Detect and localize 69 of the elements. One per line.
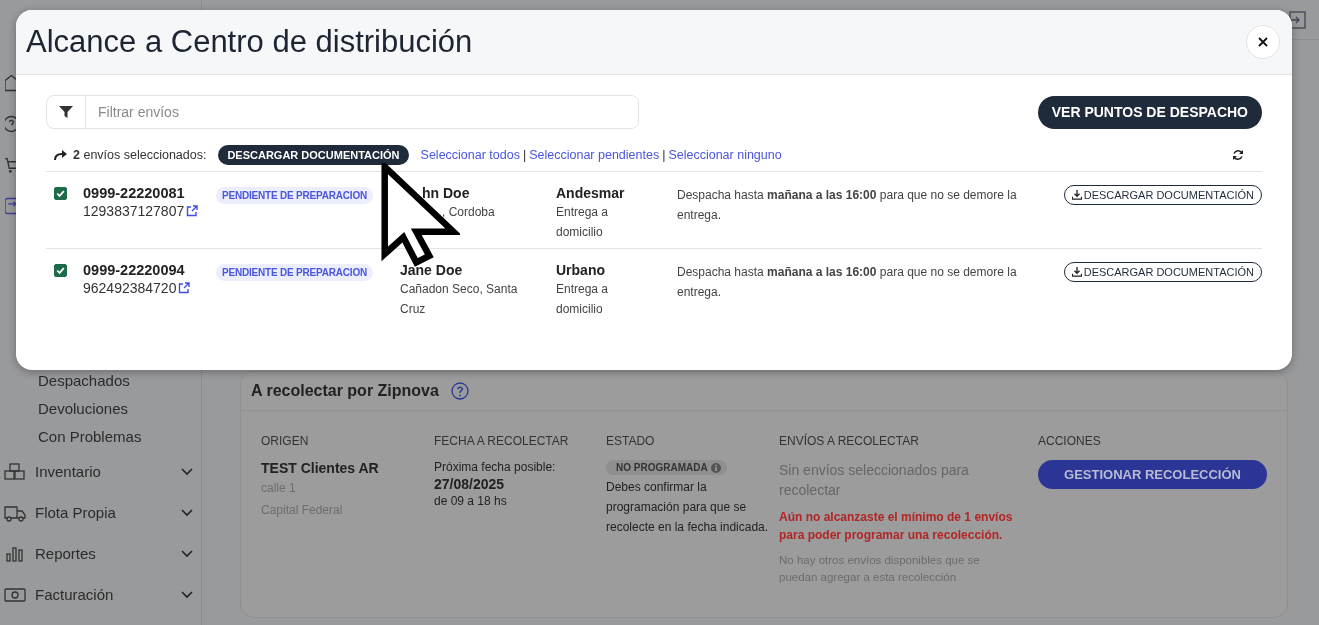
column-header: ACCIONES — [1038, 434, 1102, 448]
modal-title: Alcance a Centro de distribución — [26, 24, 473, 60]
dispatch-note: Despacha hasta mañana a las 16:00 para que no se demore la entrega. — [677, 264, 1018, 301]
recipient-name: Jane Doe — [400, 262, 463, 278]
column-header: FECHA A RECOLECTAR — [434, 434, 570, 448]
download-docs-button[interactable]: DESCARGAR DOCUMENTACIÓN — [1063, 185, 1262, 205]
carrier-name: Andesmar — [556, 185, 625, 201]
status-badge: PENDIENTE DE PREPARACION — [216, 187, 374, 204]
manage-pickup-button[interactable]: GESTIONAR RECOLECCIÓN — [1038, 460, 1267, 489]
sidebar-item[interactable]: Inventario — [35, 463, 181, 480]
chevron-down-icon[interactable] — [181, 508, 193, 517]
bar-chart-icon — [4, 544, 26, 563]
download-icon — [1071, 267, 1082, 277]
tracking-number: 1293837127807 — [83, 203, 185, 219]
boxes-icon — [4, 462, 26, 481]
chevron-down-icon[interactable] — [181, 590, 193, 599]
filter-icon[interactable] — [59, 106, 73, 118]
download-docs-button[interactable]: DESCARGAR DOCUMENTACIÓN — [1063, 262, 1262, 282]
origin-name: TEST Clientes AR — [261, 460, 379, 476]
logout-icon[interactable] — [1288, 10, 1306, 29]
checkbox[interactable] — [54, 264, 67, 277]
dispatch-points-button[interactable]: VER PUNTOS DE DESPACHO — [1037, 95, 1262, 129]
sidebar-item[interactable]: Facturación — [35, 586, 181, 603]
chevron-down-icon[interactable] — [181, 467, 193, 476]
banknote-icon — [4, 585, 26, 604]
select-link[interactable]: Seleccionar pendientes — [529, 148, 660, 162]
filter-field[interactable]: Filtrar envíos — [46, 95, 639, 129]
pickup-date: 27/08/2025 — [434, 476, 505, 492]
chevron-down-icon[interactable] — [181, 549, 193, 558]
sidebar-item[interactable]: Flota Propia — [35, 504, 181, 521]
close-button[interactable] — [1246, 25, 1280, 59]
download-icon — [1071, 190, 1082, 200]
column-header: ESTADO — [606, 434, 656, 448]
recipient-location: Cañadon Seco, Santa Cruz — [400, 281, 519, 318]
sidebar-item[interactable]: Despachados — [0, 367, 201, 395]
refresh-icon[interactable] — [1232, 149, 1244, 161]
order-number: 0999-22220081 — [83, 185, 185, 201]
recipient-name: hn Doe — [421, 185, 470, 201]
external-link-icon[interactable] — [186, 205, 199, 217]
card-title: A recolectar por Zipnova — [251, 382, 439, 400]
column-header: ENVÍOS A RECOLECTAR — [779, 434, 920, 448]
select-link[interactable]: Seleccionar todos — [420, 148, 520, 162]
download-docs-button[interactable]: DESCARGAR DOCUMENTACIÓN — [218, 145, 409, 165]
dispatch-note: Despacha hasta mañana a las 16:00 para que no se demore la entrega. — [677, 187, 1018, 224]
external-link-icon[interactable] — [178, 282, 191, 294]
status-badge: PENDIENTE DE PREPARACION — [216, 264, 374, 281]
column-header: ORIGEN — [261, 434, 310, 448]
date-label: Próxima fecha posible: — [434, 460, 556, 474]
separator: | — [662, 148, 666, 162]
carrier-name: Urbano — [556, 262, 605, 278]
truck-icon — [4, 503, 26, 522]
select-link[interactable]: Seleccionar ninguno — [668, 148, 782, 162]
sidebar-item[interactable]: Con Problemas — [0, 423, 201, 451]
tracking-number: 962492384720 — [83, 280, 177, 296]
share-arrow-icon — [54, 149, 68, 161]
service-type: Entrega a domicilio — [556, 281, 610, 318]
status-badge: NO PROGRAMADA — [606, 460, 727, 475]
pickup-hours: de 09 a 18 hs — [434, 494, 507, 508]
sidebar-item[interactable]: Devoluciones — [0, 395, 201, 423]
selection-count: 2 envíos seleccionados: — [73, 148, 207, 162]
checkbox[interactable] — [54, 187, 67, 200]
close-icon — [1258, 37, 1268, 47]
separator: | — [522, 148, 527, 162]
warning-message: Aún no alcanzaste el mínimo de 1 envíos para poder programar una recolección. — [779, 509, 1014, 544]
service-type: Entrega a domicilio — [556, 204, 610, 241]
order-number: 0999-22220094 — [83, 262, 185, 278]
recipient-location: , Cordoba — [441, 204, 496, 221]
status-text: Debes confirmar la programación para que se recolecte en la fecha indicada. — [606, 479, 770, 536]
sidebar-item[interactable]: Reportes — [35, 545, 181, 562]
